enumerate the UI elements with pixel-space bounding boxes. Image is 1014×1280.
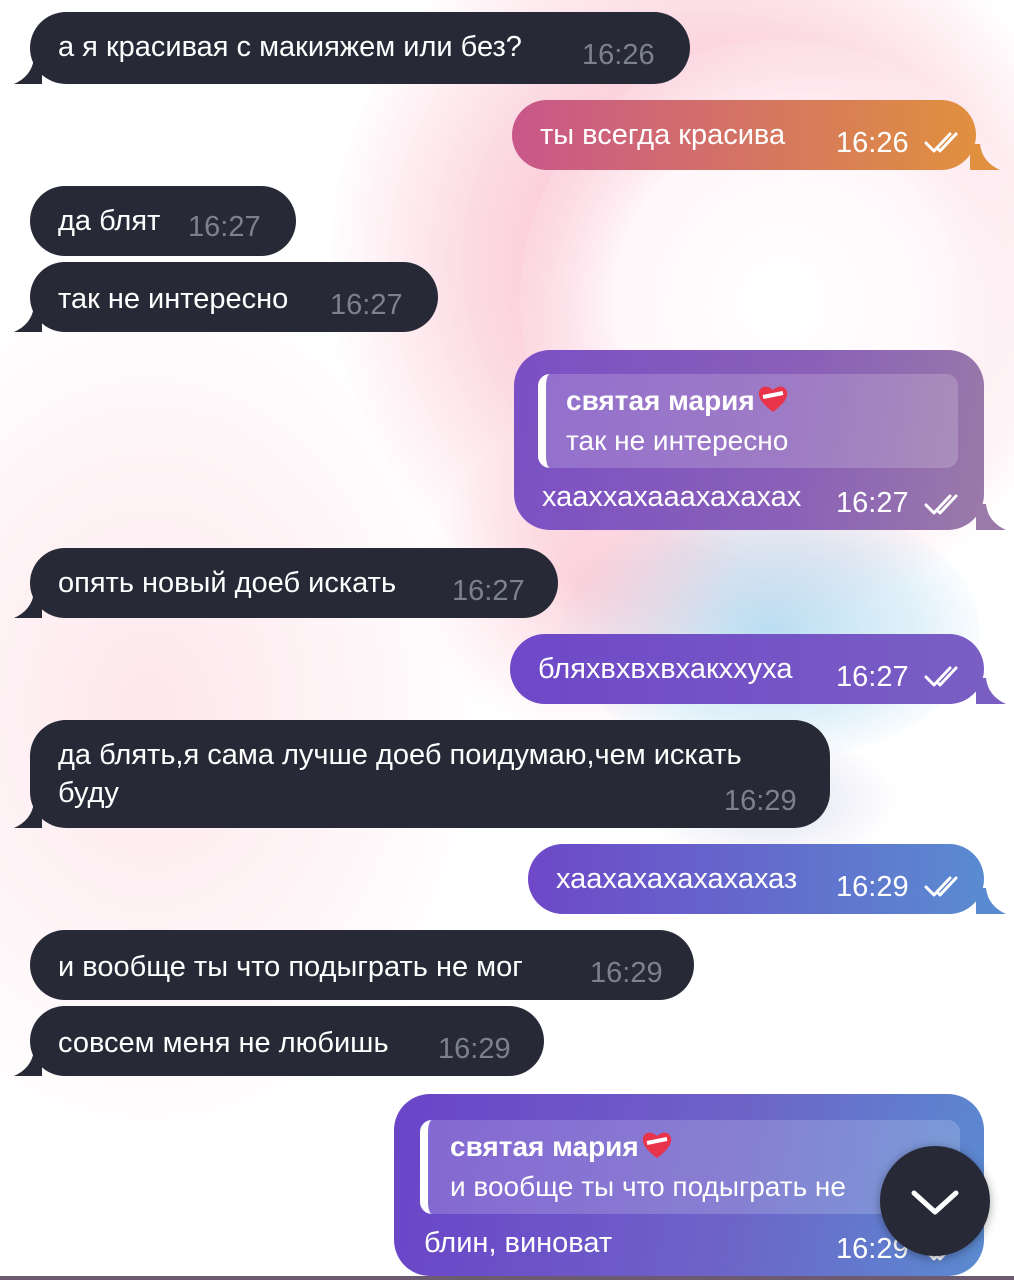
bubble-tail bbox=[976, 678, 1006, 704]
message-time: 16:27 bbox=[836, 661, 909, 693]
incoming-message[interactable]: да блят 16:27 bbox=[30, 186, 296, 256]
message-time: 16:27 bbox=[836, 487, 909, 519]
message-text: ты всегда красива bbox=[540, 119, 786, 151]
bubble-tail bbox=[14, 306, 42, 332]
message-text: да блят bbox=[58, 205, 161, 237]
message-text: и вообще ты что подыграть не мог bbox=[58, 951, 523, 983]
bubble-tail bbox=[14, 592, 42, 618]
incoming-message[interactable]: совсем меня не любишь 16:29 bbox=[30, 1006, 544, 1076]
scroll-down-button[interactable] bbox=[880, 1146, 990, 1256]
bubble-tail bbox=[14, 1050, 42, 1076]
incoming-message[interactable]: да блять,я сама лучше доеб поидумаю,чем … bbox=[30, 720, 830, 828]
bubble-tail bbox=[14, 802, 42, 828]
read-checks-icon bbox=[924, 132, 958, 153]
message-text-line-2: буду bbox=[58, 777, 119, 809]
message-text: бляхвхвхвхакххуха bbox=[538, 653, 793, 685]
bubble-tail bbox=[970, 144, 1000, 170]
mending-heart-icon bbox=[758, 386, 787, 412]
message-time: 16:29 bbox=[836, 871, 909, 903]
outgoing-reply-message[interactable]: святая мария так не интересно хааххахааа… bbox=[514, 350, 984, 530]
message-time: 16:27 bbox=[452, 575, 525, 607]
read-checks-icon bbox=[924, 666, 958, 687]
bubble-tail bbox=[976, 888, 1006, 914]
reply-author: святая мария bbox=[450, 1130, 673, 1164]
incoming-message[interactable]: так не интересно 16:27 bbox=[30, 262, 438, 332]
message-time: 16:26 bbox=[582, 39, 655, 71]
reply-quote[interactable]: святая мария так не интересно bbox=[538, 374, 958, 468]
message-text: блин, виноват bbox=[424, 1227, 613, 1259]
message-time: 16:27 bbox=[330, 289, 403, 321]
bubble-tail bbox=[14, 58, 42, 84]
outgoing-message[interactable]: бляхвхвхвхакххуха 16:27 bbox=[510, 634, 984, 704]
message-time: 16:29 bbox=[590, 957, 663, 989]
message-text: опять новый доеб искать bbox=[58, 567, 397, 599]
bottom-divider bbox=[0, 1276, 1014, 1280]
message-text: совсем меня не любишь bbox=[58, 1027, 389, 1059]
message-text: а я красивая с макияжем или без? bbox=[58, 31, 522, 63]
reply-text: и вообще ты что подыграть не bbox=[450, 1171, 846, 1202]
message-text: хааххахааахахахах bbox=[542, 481, 802, 513]
chevron-down-icon bbox=[911, 1190, 959, 1215]
bubble-tail bbox=[976, 504, 1006, 530]
reply-author: святая мария bbox=[566, 384, 789, 418]
incoming-message[interactable]: и вообще ты что подыграть не мог 16:29 bbox=[30, 930, 694, 1000]
read-checks-icon bbox=[924, 876, 958, 897]
mending-heart-icon bbox=[642, 1132, 671, 1158]
incoming-message[interactable]: опять новый доеб искать 16:27 bbox=[30, 548, 558, 618]
outgoing-message[interactable]: ты всегда красива 16:26 bbox=[512, 100, 976, 170]
read-checks-icon bbox=[924, 494, 958, 515]
reply-quote[interactable]: святая мария и вообще ты что подыграть н… bbox=[420, 1120, 960, 1214]
message-time: 16:27 bbox=[188, 211, 261, 243]
reply-text: так не интересно bbox=[566, 425, 789, 456]
message-text-line-1: да блять,я сама лучше доеб поидумаю,чем … bbox=[58, 739, 742, 771]
incoming-message[interactable]: а я красивая с макияжем или без? 16:26 bbox=[30, 12, 690, 84]
message-time: 16:26 bbox=[836, 127, 909, 159]
message-time: 16:29 bbox=[438, 1033, 511, 1065]
message-text: так не интересно bbox=[58, 283, 289, 315]
message-text: хаахахахахахахаз bbox=[556, 863, 798, 895]
message-time: 16:29 bbox=[724, 785, 797, 817]
outgoing-message[interactable]: хаахахахахахахаз 16:29 bbox=[528, 844, 984, 914]
